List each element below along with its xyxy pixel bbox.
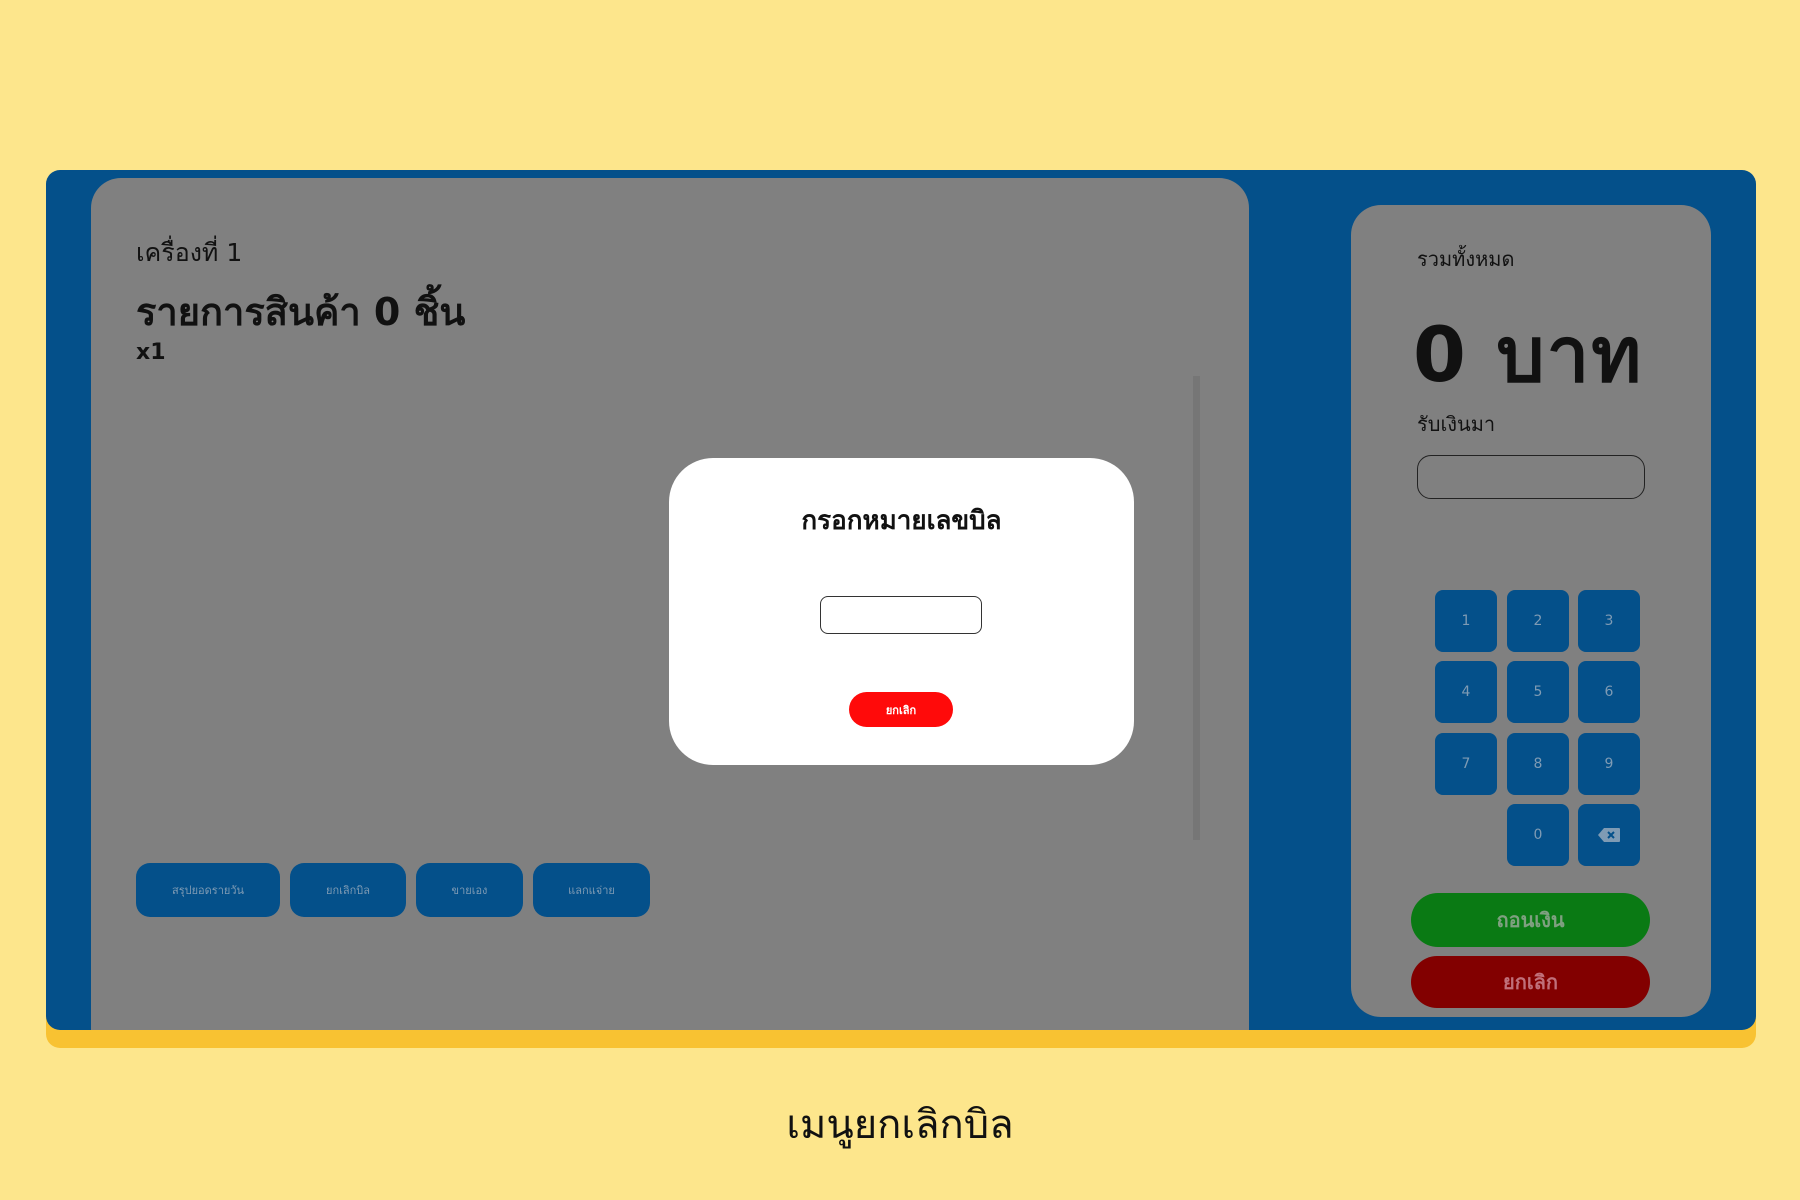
machine-label: เครื่องที่ 1 bbox=[136, 238, 243, 267]
action-buttons: สรุปยอดรายวัน ยกเลิกบิล ขายเอง แลกแจ่าย bbox=[136, 863, 650, 917]
received-label: รับเงินมา bbox=[1417, 412, 1496, 436]
bill-number-dialog: กรอกหมายเลขบิล ยกเลิก bbox=[669, 458, 1134, 765]
backspace-icon bbox=[1598, 828, 1620, 842]
key-5[interactable]: 5 bbox=[1507, 661, 1569, 723]
key-0[interactable]: 0 bbox=[1507, 804, 1569, 866]
quantity-multiplier[interactable]: x1 bbox=[136, 340, 166, 365]
key-3[interactable]: 3 bbox=[1578, 590, 1640, 652]
key-8[interactable]: 8 bbox=[1507, 733, 1569, 795]
received-amount-input[interactable] bbox=[1417, 455, 1645, 499]
key-9[interactable]: 9 bbox=[1578, 733, 1640, 795]
key-7[interactable]: 7 bbox=[1435, 733, 1497, 795]
key-4[interactable]: 4 bbox=[1435, 661, 1497, 723]
dialog-title: กรอกหมายเลขบิล bbox=[801, 506, 1002, 536]
cancel-button[interactable]: ยกเลิก bbox=[1411, 956, 1650, 1008]
caption: เมนูยกเลิกบิล bbox=[786, 1102, 1014, 1148]
total-label: รวมทั้งหมด bbox=[1417, 247, 1515, 271]
backspace-key[interactable] bbox=[1578, 804, 1640, 866]
total-value: 0 บาท bbox=[1413, 310, 1644, 399]
bill-number-input[interactable] bbox=[820, 596, 982, 634]
dialog-cancel-button[interactable]: ยกเลิก bbox=[849, 692, 953, 727]
daily-summary-button[interactable]: สรุปยอดรายวัน bbox=[136, 863, 280, 917]
numeric-keypad: 1 2 3 4 5 6 7 8 9 0 bbox=[1435, 590, 1640, 870]
item-list-scrollbar[interactable] bbox=[1193, 376, 1200, 840]
cancel-bill-button[interactable]: ยกเลิกบิล bbox=[290, 863, 406, 917]
exchange-button[interactable]: แลกแจ่าย bbox=[533, 863, 650, 917]
withdraw-button[interactable]: ถอนเงิน bbox=[1411, 893, 1650, 947]
payment-panel: รวมทั้งหมด 0 บาท รับเงินมา 1 2 3 4 5 6 7… bbox=[1351, 205, 1711, 1017]
key-1[interactable]: 1 bbox=[1435, 590, 1497, 652]
items-title: รายการสินค้า 0 ชิ้น bbox=[136, 290, 466, 334]
key-2[interactable]: 2 bbox=[1507, 590, 1569, 652]
manual-sale-button[interactable]: ขายเอง bbox=[416, 863, 523, 917]
key-6[interactable]: 6 bbox=[1578, 661, 1640, 723]
